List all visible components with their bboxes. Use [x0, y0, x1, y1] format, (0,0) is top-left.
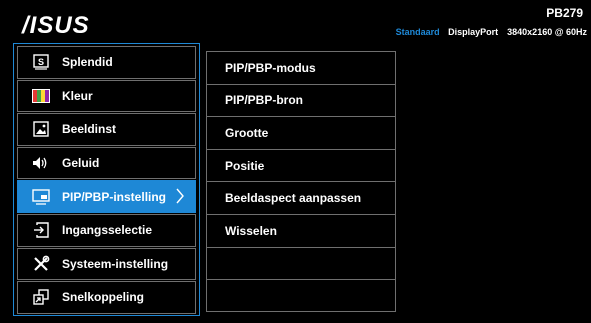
main-item-label: Snelkoppeling	[62, 290, 145, 305]
sub-item-empty	[206, 246, 396, 280]
main-item-systeem[interactable]: Systeem-instelling	[17, 247, 196, 281]
main-item-label: PIP/PBP-instelling	[62, 189, 167, 204]
status-mode: Standaard	[395, 27, 440, 37]
wrench-icon	[24, 249, 58, 280]
sub-item-pip-pbp-modus[interactable]: PIP/PBP-modus	[206, 51, 396, 84]
main-item-label: Splendid	[62, 55, 113, 70]
main-item-beeldinst[interactable]: Beeldinst	[17, 113, 196, 146]
main-item-splendid[interactable]: S Splendid	[17, 46, 196, 79]
sub-item-wisselen[interactable]: Wisselen	[206, 213, 396, 247]
main-item-kleur[interactable]: Kleur	[17, 79, 196, 113]
sub-item-empty	[206, 279, 396, 312]
chevron-right-icon	[175, 188, 185, 207]
status-bar: Standaard DisplayPort 3840x2160 @ 60Hz	[396, 27, 587, 37]
sub-item-positie[interactable]: Positie	[206, 148, 396, 182]
splendid-icon: S	[24, 47, 58, 78]
main-item-label: Ingangsselectie	[62, 223, 153, 238]
main-item-pip-pbp[interactable]: PIP/PBP-instelling	[17, 180, 196, 213]
speaker-icon	[24, 148, 58, 179]
image-icon	[24, 114, 58, 145]
status-input: DisplayPort	[448, 27, 499, 37]
pip-icon	[24, 181, 58, 212]
status-resolution: 3840x2160 @ 60Hz	[507, 27, 587, 37]
main-item-label: Beeldinst	[62, 122, 117, 137]
main-item-label: Geluid	[62, 156, 100, 171]
svg-text:S: S	[38, 57, 44, 67]
sub-item-grootte[interactable]: Grootte	[206, 116, 396, 149]
main-item-geluid[interactable]: Geluid	[17, 146, 196, 180]
input-icon	[24, 215, 58, 246]
sub-menu: PIP/PBP-modus PIP/PBP-bron Grootte Posit…	[206, 51, 396, 313]
main-item-label: Kleur	[62, 88, 93, 103]
asus-logo: /ISUS	[22, 12, 90, 39]
main-item-label: Systeem-instelling	[62, 256, 169, 271]
main-menu: S Splendid Kleur Beeldinst Geluid PIP/PB…	[13, 43, 200, 316]
sub-item-pip-pbp-bron[interactable]: PIP/PBP-bron	[206, 83, 396, 117]
osd-window: /ISUS PB279 Standaard DisplayPort 3840x2…	[0, 0, 591, 323]
main-item-ingangsselectie[interactable]: Ingangsselectie	[17, 213, 196, 247]
main-item-snelkoppeling[interactable]: Snelkoppeling	[17, 281, 196, 314]
sub-item-beeldaspect[interactable]: Beeldaspect aanpassen	[206, 181, 396, 214]
shortcut-icon	[24, 282, 58, 313]
color-icon	[24, 81, 58, 112]
model-name: PB279	[546, 6, 583, 20]
